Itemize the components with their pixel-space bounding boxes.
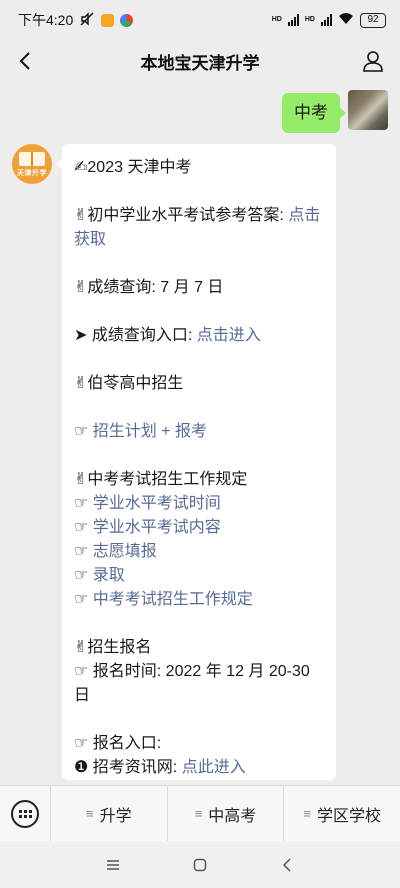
network-type-label: HD bbox=[271, 16, 282, 23]
line-text: ✌初中学业水平考试参考答案: bbox=[74, 207, 289, 224]
enrollment-plan-link[interactable]: 招生计划 + 报考 bbox=[93, 423, 207, 440]
wifi-icon bbox=[338, 12, 354, 28]
outgoing-message: 中考 bbox=[282, 90, 388, 133]
message-line: ☞ 录取 bbox=[74, 564, 324, 588]
bot-avatar[interactable]: 天津升学 bbox=[12, 144, 52, 184]
book-icon bbox=[19, 152, 45, 166]
chat-header: 本地宝天津升学 bbox=[0, 40, 400, 82]
exam-time-link[interactable]: 学业水平考试时间 bbox=[93, 495, 221, 512]
menu-item-label: 中高考 bbox=[208, 807, 257, 825]
back-triangle-icon bbox=[282, 857, 291, 872]
line-text: ☞ bbox=[74, 543, 93, 560]
incoming-bubble: ✍2023 天津中考 ✌初中学业水平考试参考答案: 点击获取 ✌成绩查询: 7 … bbox=[56, 144, 336, 780]
score-query-link[interactable]: 点击进入 bbox=[197, 327, 261, 344]
status-time: 下午4:20 bbox=[18, 12, 74, 28]
message-line: ☞ 招生计划 + 报考 bbox=[74, 420, 324, 444]
message-line: ✌初中学业水平考试参考答案: 点击获取 bbox=[74, 204, 324, 252]
keyboard-icon bbox=[11, 799, 39, 828]
profile-button[interactable] bbox=[358, 46, 388, 76]
chat-area[interactable]: 中考 天津升学 ✍2023 天津中考 ✌初中学业水平考试参考答案: 点击获取 ✌… bbox=[0, 82, 400, 785]
browser-notification-icon bbox=[120, 13, 134, 27]
network-type-label-2: HD bbox=[304, 16, 315, 23]
chat-title: 本地宝天津升学 bbox=[140, 53, 260, 73]
menu-item-zhonggaokao[interactable]: ≡ 中高考 bbox=[166, 785, 284, 842]
line-text: ☞ bbox=[74, 567, 93, 584]
message-line: ✌招生报名 bbox=[74, 639, 152, 656]
message-line: ✌伯苓高中招生 bbox=[74, 375, 184, 392]
message-line: ☞ 学业水平考试时间 bbox=[74, 492, 324, 516]
system-back-button[interactable] bbox=[267, 845, 307, 885]
menu-icon bbox=[107, 859, 120, 870]
chevron-left-icon bbox=[19, 52, 30, 70]
mute-icon bbox=[79, 11, 95, 30]
official-account-menu: ≡ 升学 ≡ 中高考 ≡ 学区学校 bbox=[0, 785, 400, 842]
app-notification-icon bbox=[101, 13, 115, 27]
status-left: 下午4:20 bbox=[18, 10, 134, 30]
registration-link[interactable]: 点此进入 bbox=[182, 759, 246, 776]
bot-avatar-logo: 天津升学 bbox=[17, 170, 47, 177]
signal-icon bbox=[287, 14, 299, 26]
admission-link[interactable]: 录取 bbox=[93, 567, 125, 584]
user-avatar[interactable] bbox=[348, 90, 388, 130]
message-line: ❶ 招考资讯网: 点此进入 bbox=[74, 756, 324, 780]
message-line: ➤ 成绩查询入口: 点击进入 bbox=[74, 324, 324, 348]
regulations-link[interactable]: 中考考试招生工作规定 bbox=[93, 591, 253, 608]
home-icon bbox=[193, 858, 207, 871]
line-text: ☞ bbox=[74, 519, 93, 536]
battery-icon: 92 bbox=[360, 12, 386, 28]
home-button[interactable] bbox=[180, 845, 220, 885]
menu-item-xuequxuexiao[interactable]: ≡ 学区学校 bbox=[283, 785, 400, 842]
back-button[interactable] bbox=[10, 46, 40, 76]
line-text: ☞ bbox=[74, 495, 93, 512]
application-link[interactable]: 志愿填报 bbox=[93, 543, 157, 560]
person-icon bbox=[363, 51, 383, 72]
line-text: ➤ 成绩查询入口: bbox=[74, 327, 197, 344]
line-text: ☞ bbox=[74, 423, 93, 440]
menu-item-label: 学区学校 bbox=[316, 807, 381, 825]
line-text: ❶ 招考资讯网: bbox=[74, 759, 182, 776]
message-line: ✌中考考试招生工作规定 bbox=[74, 471, 248, 488]
outgoing-bubble[interactable]: 中考 bbox=[282, 93, 346, 133]
message-line: ☞ 中考考试招生工作规定 bbox=[74, 588, 324, 612]
keyboard-toggle-button[interactable] bbox=[0, 786, 50, 842]
exam-content-link[interactable]: 学业水平考试内容 bbox=[93, 519, 221, 536]
message-line: ✌成绩查询: 7 月 7 日 bbox=[74, 279, 224, 296]
message-line: ✍2023 天津中考 bbox=[74, 159, 192, 176]
incoming-message: 天津升学 ✍2023 天津中考 ✌初中学业水平考试参考答案: 点击获取 ✌成绩查… bbox=[12, 144, 336, 780]
menu-list-icon: ≡ bbox=[303, 806, 311, 821]
menu-list-icon: ≡ bbox=[86, 806, 94, 821]
menu-list-icon: ≡ bbox=[194, 806, 203, 821]
message-line: ☞ 学业水平考试内容 bbox=[74, 516, 324, 540]
message-line: ☞ 报名入口: bbox=[74, 735, 162, 752]
status-bar: 下午4:20 HD HD 92 bbox=[0, 0, 400, 40]
menu-button[interactable] bbox=[93, 845, 133, 885]
status-right: HD HD 92 bbox=[272, 12, 386, 28]
line-text: ☞ bbox=[74, 591, 93, 608]
signal-icon-2 bbox=[321, 14, 332, 26]
message-line: ☞ 志愿填报 bbox=[74, 540, 324, 564]
message-line: ☞ 报名时间: 2022 年 12 月 20-30 日 bbox=[74, 663, 310, 704]
menu-item-shengxue[interactable]: ≡ 升学 bbox=[50, 785, 167, 842]
system-navigation-bar bbox=[0, 841, 400, 888]
menu-item-label: 升学 bbox=[99, 807, 132, 825]
